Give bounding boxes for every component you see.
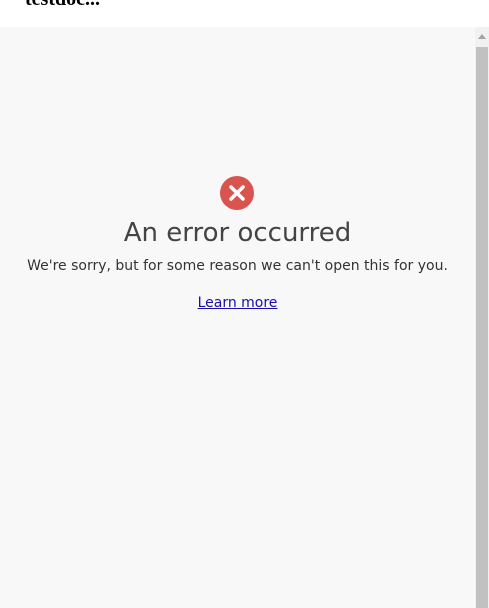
document-title: testdoc...: [25, 0, 100, 11]
learn-more-link[interactable]: Learn more: [198, 295, 278, 311]
vertical-scrollbar[interactable]: [475, 27, 489, 608]
scrollbar-thumb[interactable]: [476, 47, 488, 608]
error-message: We're sorry, but for some reason we can'…: [27, 258, 448, 274]
error-title: An error occurred: [123, 218, 352, 248]
scroll-up-button[interactable]: [475, 27, 489, 47]
learn-more-container: Learn more: [0, 295, 475, 311]
chevron-up-icon: [478, 34, 486, 39]
error-panel: An error occurred We're sorry, but for s…: [0, 27, 475, 608]
error-x-circle-icon: [220, 176, 254, 210]
document-header: testdoc...: [0, 0, 489, 27]
